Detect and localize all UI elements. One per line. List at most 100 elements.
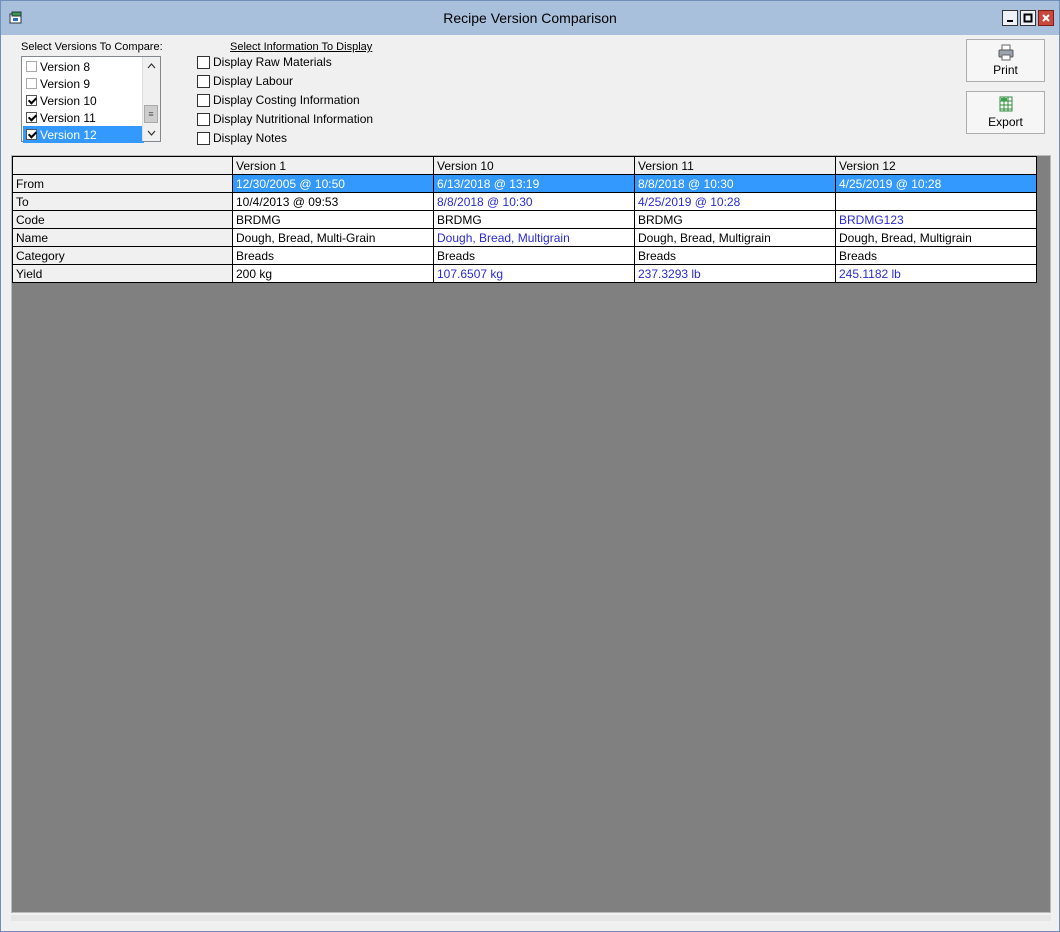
version-label: Version 8 [40, 59, 91, 74]
client-area: Select Versions To Compare: Version 8 Ve… [4, 35, 1054, 925]
version-checkbox[interactable] [26, 95, 37, 106]
grid-cell-changed[interactable]: 8/8/2018 @ 10:30 [433, 192, 635, 211]
table-row-to[interactable]: To 10/4/2013 @ 09:53 8/8/2018 @ 10:30 4/… [12, 192, 1037, 211]
minimize-icon [1007, 20, 1013, 22]
comparison-grid-area: Version 1 Version 10 Version 11 Version … [11, 155, 1051, 913]
grid-cell[interactable]: 200 kg [232, 264, 434, 283]
option-label: Display Labour [213, 74, 294, 88]
close-icon [1042, 14, 1050, 22]
print-label: Print [993, 63, 1018, 77]
maximize-button[interactable] [1020, 10, 1036, 26]
row-header: From [12, 174, 233, 193]
minimize-button[interactable] [1002, 10, 1018, 26]
table-row-category[interactable]: Category Breads Breads Breads Breads [12, 246, 1037, 265]
version-checkbox[interactable] [26, 112, 37, 123]
option-checkbox[interactable] [197, 131, 210, 145]
option-labour[interactable]: Display Labour [197, 73, 293, 89]
version-label: Version 9 [40, 76, 91, 91]
version-label: Version 10 [40, 93, 97, 108]
grid-cell[interactable]: BRDMG [433, 210, 635, 229]
version-checkbox[interactable] [26, 61, 37, 72]
scroll-up-button[interactable] [143, 57, 160, 74]
option-checkbox[interactable] [197, 93, 210, 107]
printer-icon [998, 44, 1013, 61]
option-notes[interactable]: Display Notes [197, 130, 287, 146]
option-label: Display Nutritional Information [213, 112, 374, 126]
option-checkbox[interactable] [197, 112, 210, 126]
versions-checklist[interactable]: Version 8 Version 9 Version 10 Version 1… [21, 56, 161, 143]
grid-cell[interactable]: 10/4/2013 @ 09:53 [232, 192, 434, 211]
option-label: Display Notes [213, 131, 288, 145]
grid-cell[interactable]: 12/30/2005 @ 10:50 [232, 174, 434, 193]
chevron-down-icon [147, 130, 156, 136]
comparison-grid: Version 1 Version 10 Version 11 Version … [12, 156, 1037, 283]
grid-cell[interactable]: Breads [835, 246, 1037, 265]
grid-cell-changed[interactable]: Dough, Bread, Multigrain [433, 228, 635, 247]
option-nutritional[interactable]: Display Nutritional Information [197, 111, 373, 127]
grid-cell-changed[interactable]: BRDMG123 [835, 210, 1037, 229]
grid-cell[interactable]: Dough, Bread, Multi-Grain [232, 228, 434, 247]
option-checkbox[interactable] [197, 55, 210, 69]
chevron-up-icon [147, 62, 156, 68]
option-label: Display Raw Materials [213, 55, 332, 69]
export-label: Export [988, 115, 1023, 129]
version-checkbox[interactable] [26, 78, 37, 89]
grid-cell[interactable]: BRDMG [634, 210, 836, 229]
grid-cell[interactable]: 4/25/2019 @ 10:28 [835, 174, 1037, 193]
title-bar[interactable]: Recipe Version Comparison [1, 1, 1059, 35]
option-checkbox[interactable] [197, 74, 210, 88]
close-button[interactable] [1038, 10, 1054, 26]
table-row-code[interactable]: Code BRDMG BRDMG BRDMG BRDMG123 [12, 210, 1037, 229]
horizontal-scrollbar[interactable] [11, 915, 1051, 921]
grid-cell-changed[interactable]: 4/25/2019 @ 10:28 [634, 192, 836, 211]
versions-label: Select Versions To Compare: [21, 41, 163, 53]
window-title: Recipe Version Comparison [443, 10, 617, 26]
export-button[interactable]: Export [966, 91, 1045, 134]
version-label: Version 12 [40, 127, 97, 142]
version-checkbox[interactable] [26, 129, 37, 140]
row-header: To [12, 192, 233, 211]
column-header[interactable]: Version 12 [835, 156, 1037, 175]
grid-cell[interactable]: Breads [232, 246, 434, 265]
version-item-selected[interactable]: Version 12 [23, 126, 144, 143]
recipe-version-comparison-window: Recipe Version Comparison Select Version… [0, 0, 1060, 932]
option-costing[interactable]: Display Costing Information [197, 92, 360, 108]
grid-cell[interactable]: BRDMG [232, 210, 434, 229]
row-header: Name [12, 228, 233, 247]
info-label: Select Information To Display [230, 41, 373, 53]
version-label: Version 11 [40, 110, 96, 125]
grid-cell[interactable]: 8/8/2018 @ 10:30 [634, 174, 836, 193]
row-header: Yield [12, 264, 233, 283]
column-header[interactable]: Version 11 [634, 156, 836, 175]
print-button[interactable]: Print [966, 39, 1045, 82]
spreadsheet-export-icon [999, 96, 1012, 112]
grid-corner-cell [12, 156, 233, 175]
maximize-icon [1023, 13, 1033, 23]
row-header: Code [12, 210, 233, 229]
table-row-name[interactable]: Name Dough, Bread, Multi-Grain Dough, Br… [12, 228, 1037, 247]
grid-cell[interactable]: Breads [634, 246, 836, 265]
version-item[interactable]: Version 8 [23, 58, 144, 75]
grid-cell[interactable]: 6/13/2018 @ 13:19 [433, 174, 635, 193]
table-row-yield[interactable]: Yield 200 kg 107.6507 kg 237.3293 lb 245… [12, 264, 1037, 283]
grid-cell-changed[interactable]: 245.1182 lb [835, 264, 1037, 283]
version-item[interactable]: Version 9 [23, 75, 144, 92]
option-raw-materials[interactable]: Display Raw Materials [197, 54, 332, 70]
grid-cell-changed[interactable]: 107.6507 kg [433, 264, 635, 283]
table-row-from[interactable]: From 12/30/2005 @ 10:50 6/13/2018 @ 13:1… [12, 174, 1037, 193]
grid-header-row: Version 1 Version 10 Version 11 Version … [12, 156, 1037, 175]
scroll-thumb[interactable]: ≡ [144, 105, 158, 123]
grid-cell[interactable]: Dough, Bread, Multigrain [835, 228, 1037, 247]
grid-cell[interactable] [835, 192, 1037, 211]
column-header[interactable]: Version 1 [232, 156, 434, 175]
row-header: Category [12, 246, 233, 265]
grid-cell[interactable]: Dough, Bread, Multigrain [634, 228, 836, 247]
option-label: Display Costing Information [213, 93, 360, 107]
version-item[interactable]: Version 11 [23, 109, 144, 126]
version-item[interactable]: Version 10 [23, 92, 144, 109]
column-header[interactable]: Version 10 [433, 156, 635, 175]
versions-scrollbar[interactable]: ≡ [142, 57, 160, 141]
grid-cell-changed[interactable]: 237.3293 lb [634, 264, 836, 283]
grid-cell[interactable]: Breads [433, 246, 635, 265]
scroll-down-button[interactable] [143, 124, 160, 141]
